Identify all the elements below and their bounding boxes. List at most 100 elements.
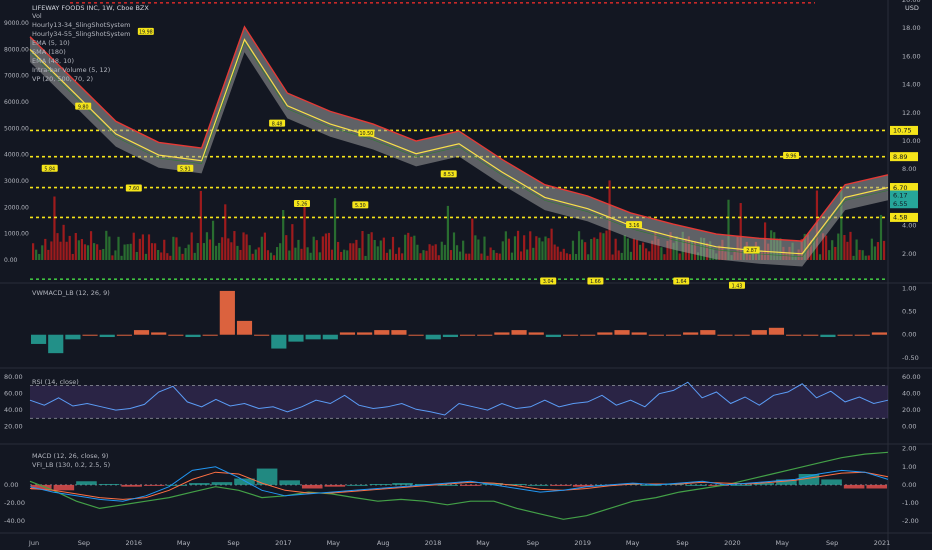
indicator-intrabar-volume[interactable]: Intra-bar Volume (5, 12) <box>32 66 110 74</box>
vfi-title[interactable]: VFI_LB (130, 0.2, 2.5, 5) <box>32 461 110 469</box>
vwmacd-title[interactable]: VWMACD_LB (12, 26, 9) <box>32 289 110 297</box>
volume-bar <box>123 244 126 260</box>
volume-bar <box>413 235 416 260</box>
volume-bar <box>35 249 38 260</box>
vwmacd-bar <box>751 330 767 335</box>
volume-bar <box>614 238 617 260</box>
pivot-label: 8.48 <box>272 121 283 127</box>
indicator-vol[interactable]: Vol <box>32 12 42 20</box>
volume-bar <box>248 245 251 260</box>
volume-bar <box>428 244 431 260</box>
volume-bar <box>245 234 248 260</box>
volume-bar <box>407 232 410 260</box>
macd-title[interactable]: MACD (12, 26, close, 9) <box>32 452 108 460</box>
volume-bar <box>260 236 263 260</box>
vwmacd-bar <box>168 334 184 336</box>
volume-bar <box>459 251 462 260</box>
vwmacd-bar <box>871 332 887 335</box>
volume-bar <box>501 241 504 260</box>
indicator-slingshot-1[interactable]: Hourly13-34_SlingShotSystem <box>32 21 130 29</box>
volume-bar <box>440 241 443 260</box>
volume-bar <box>489 247 492 260</box>
volume-bar <box>346 250 349 260</box>
volume-bar <box>144 253 148 260</box>
volume-bar <box>352 243 355 260</box>
volume-bar <box>117 236 120 260</box>
volume-bar <box>111 255 114 260</box>
volume-bar <box>642 242 645 260</box>
pivot-label: 19.98 <box>139 30 153 36</box>
macd-histogram-bar <box>866 484 887 489</box>
volume-bar <box>221 237 224 260</box>
volume-bar <box>858 249 861 260</box>
volume-bar <box>587 254 590 260</box>
volume-bar <box>663 254 666 260</box>
volume-bar <box>303 201 306 260</box>
macd-axis-right-tick: -1.00 <box>902 499 919 507</box>
volume-bar <box>455 245 459 260</box>
vwmacd-bar <box>460 334 476 336</box>
volume-bar <box>306 247 309 260</box>
volume-bar <box>114 250 117 260</box>
macd-histogram-bar <box>279 480 300 485</box>
indicator-vp[interactable]: VP (20, 500, 70, 2) <box>32 75 93 83</box>
time-axis-tick: May <box>776 539 790 547</box>
volume-bar <box>41 245 44 260</box>
chart-title: LIFEWAY FOODS INC, 1W, Cboe BZX <box>32 4 149 12</box>
indicator-ema-48-10[interactable]: EMA (48, 10) <box>32 57 74 65</box>
vwmacd-bar <box>700 330 716 335</box>
time-axis-tick: 2016 <box>125 539 142 547</box>
volume-bar <box>309 252 312 260</box>
volume-bar <box>846 241 849 260</box>
volume-bar <box>65 241 68 260</box>
macd-histogram-bar <box>121 484 142 487</box>
vwmacd-bar <box>236 320 253 335</box>
volume-bar <box>59 241 62 260</box>
volume-bar <box>330 249 334 260</box>
volume-bar <box>169 255 172 260</box>
volume-bar <box>199 190 202 260</box>
volume-bar <box>181 253 184 260</box>
time-axis-tick: May <box>476 539 490 547</box>
volume-bar <box>172 236 175 260</box>
volume-bar <box>184 248 187 260</box>
time-axis-tick: 2020 <box>724 539 741 547</box>
volume-bar <box>379 240 382 260</box>
vwmacd-bar <box>494 332 510 335</box>
volume-bar <box>53 196 56 260</box>
macd-histogram-bar <box>324 484 346 487</box>
indicator-sma-180[interactable]: SMA (180) <box>32 48 66 56</box>
volume-bar <box>825 235 828 260</box>
volume-bar <box>419 253 422 260</box>
time-axis-tick: May <box>177 539 191 547</box>
volume-bar <box>538 237 541 260</box>
pivot-label: 3.04 <box>543 279 554 285</box>
volume-bar <box>870 238 873 260</box>
volume-bar <box>443 244 446 260</box>
pivot-label: 5.91 <box>180 166 191 172</box>
volume-bar <box>132 232 135 260</box>
rsi-title[interactable]: RSI (14, close) <box>32 378 79 386</box>
indicator-ema-5-10[interactable]: EMA (5, 10) <box>32 39 70 47</box>
time-axis-tick: 2018 <box>425 539 442 547</box>
volume-bar <box>818 254 822 260</box>
macd-histogram-bar <box>392 483 413 485</box>
volume-bar <box>398 247 401 260</box>
price-axis-tick: 10.00 <box>902 137 921 145</box>
macd-histogram-bar <box>821 479 842 485</box>
volume-bar <box>324 233 327 260</box>
volume-bar <box>80 239 83 260</box>
vwmacd-bar <box>717 334 733 336</box>
volume-bar <box>276 247 279 260</box>
volume-bar <box>593 237 596 260</box>
volume-bar <box>239 249 242 260</box>
macd-axis-left-tick: -20.00 <box>4 499 25 507</box>
volume-bar <box>208 239 212 260</box>
time-axis-tick: Sep <box>826 539 838 547</box>
rsi-axis-left-tick: 20.00 <box>4 423 23 431</box>
volume-bar <box>150 243 154 260</box>
volume-bar <box>425 250 428 260</box>
indicator-slingshot-2[interactable]: Hourly34-55_SlingShotSystem <box>32 30 130 38</box>
volume-bar <box>32 243 35 260</box>
volume-bar <box>62 224 65 260</box>
